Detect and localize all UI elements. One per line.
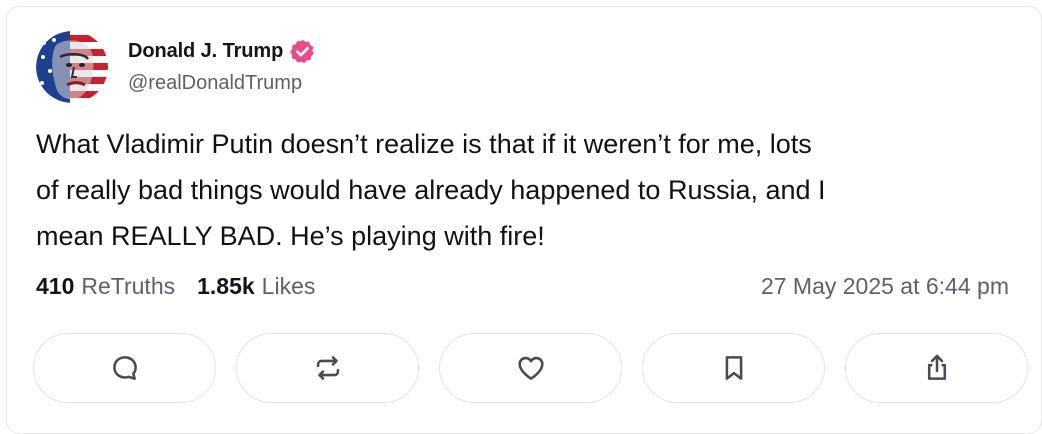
bookmark-button[interactable]: [642, 333, 825, 403]
retruths-label: ReTruths: [81, 273, 176, 299]
share-icon: [927, 354, 946, 380]
post-text: What Vladimir Putin doesn’t realize is t…: [36, 129, 826, 251]
flag-portrait-avatar-icon: [36, 31, 108, 103]
likes-label: Likes: [261, 273, 316, 299]
author-name-row: Donald J. Trump: [128, 37, 316, 65]
retruths-stat[interactable]: 410 ReTruths: [36, 273, 175, 300]
like-button[interactable]: [439, 333, 622, 403]
avatar[interactable]: [36, 31, 108, 103]
reply-icon: [112, 356, 137, 380]
likes-stat[interactable]: 1.85k Likes: [197, 273, 315, 300]
like-heart-icon: [517, 356, 544, 380]
post-stats: 410 ReTruths 1.85k Likes: [36, 273, 315, 300]
action-bar: [33, 333, 1028, 403]
bookmark-icon: [725, 356, 742, 380]
retruth-icon: [316, 356, 339, 380]
author-name[interactable]: Donald J. Trump: [128, 40, 283, 63]
reply-button[interactable]: [33, 333, 216, 403]
likes-count: 1.85k: [197, 273, 255, 299]
post-timestamp[interactable]: 27 May 2025 at 6:44 pm: [761, 273, 1009, 300]
retruth-button[interactable]: [236, 333, 419, 403]
verified-badge-icon: [290, 39, 314, 63]
share-button[interactable]: [845, 333, 1028, 403]
post-card: Donald J. Trump @realDonaldTrump What Vl…: [6, 6, 1042, 434]
author-block: Donald J. Trump @realDonaldTrump: [128, 37, 316, 95]
author-handle[interactable]: @realDonaldTrump: [128, 72, 316, 95]
retruths-count: 410: [36, 273, 75, 299]
